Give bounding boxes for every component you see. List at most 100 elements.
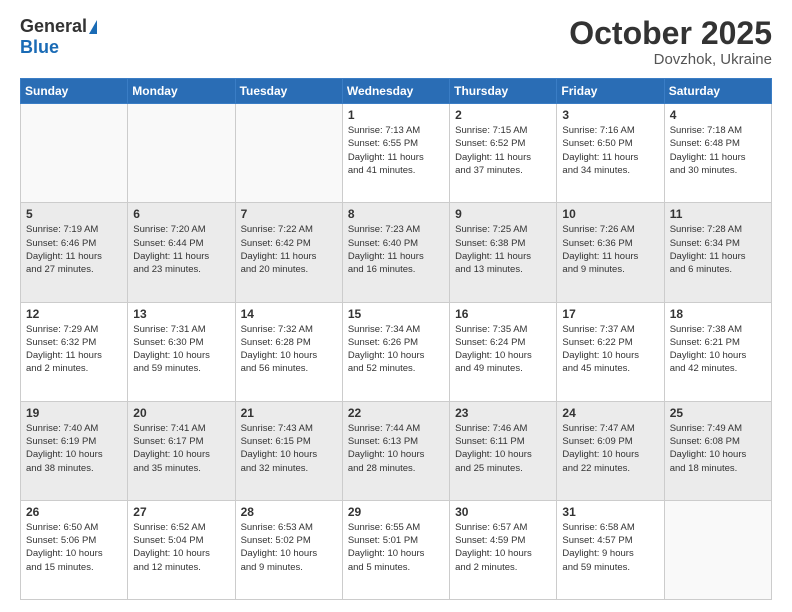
table-cell: 28 Sunrise: 6:53 AM Sunset: 5:02 PM Dayli…: [235, 500, 342, 599]
table-cell: 18 Sunrise: 7:38 AM Sunset: 6:21 PM Dayli…: [664, 302, 771, 401]
table-cell: 11Sunrise: 7:28 AM Sunset: 6:34 PM Dayli…: [664, 203, 771, 302]
day-info: Sunrise: 7:38 AM Sunset: 6:21 PM Dayligh…: [670, 323, 766, 376]
day-info: Sunrise: 7:35 AM Sunset: 6:24 PM Dayligh…: [455, 323, 551, 376]
day-info: Sunrise: 7:43 AM Sunset: 6:15 PM Dayligh…: [241, 422, 337, 475]
day-number: 6: [133, 207, 229, 221]
logo-triangle-icon: [89, 20, 97, 34]
day-info: Sunrise: 7:41 AM Sunset: 6:17 PM Dayligh…: [133, 422, 229, 475]
day-number: 29: [348, 505, 444, 519]
table-cell: 25 Sunrise: 7:49 AM Sunset: 6:08 PM Dayli…: [664, 401, 771, 500]
day-number: 14: [241, 307, 337, 321]
day-info: Sunrise: 7:34 AM Sunset: 6:26 PM Dayligh…: [348, 323, 444, 376]
day-info: Sunrise: 7:37 AM Sunset: 6:22 PM Dayligh…: [562, 323, 658, 376]
day-number: 25: [670, 406, 766, 420]
day-info: Sunrise: 7:15 AM Sunset: 6:52 PM Dayligh…: [455, 124, 551, 177]
day-number: 1: [348, 108, 444, 122]
calendar-row: 12Sunrise: 7:29 AM Sunset: 6:32 PM Dayli…: [21, 302, 772, 401]
table-cell: 4 Sunrise: 7:18 AM Sunset: 6:48 PM Daylig…: [664, 104, 771, 203]
day-number: 15: [348, 307, 444, 321]
calendar-title: October 2025: [569, 16, 772, 51]
table-cell: [21, 104, 128, 203]
page: General Blue October 2025 Dovzhok, Ukrai…: [0, 0, 792, 612]
col-wednesday: Wednesday: [342, 79, 449, 104]
table-cell: 16 Sunrise: 7:35 AM Sunset: 6:24 PM Dayli…: [450, 302, 557, 401]
table-cell: 10Sunrise: 7:26 AM Sunset: 6:36 PM Dayli…: [557, 203, 664, 302]
table-cell: 13 Sunrise: 7:31 AM Sunset: 6:30 PM Dayli…: [128, 302, 235, 401]
table-cell: 2 Sunrise: 7:15 AM Sunset: 6:52 PM Daylig…: [450, 104, 557, 203]
day-number: 9: [455, 207, 551, 221]
day-info: Sunrise: 7:44 AM Sunset: 6:13 PM Dayligh…: [348, 422, 444, 475]
day-info: Sunrise: 7:46 AM Sunset: 6:11 PM Dayligh…: [455, 422, 551, 475]
day-number: 31: [562, 505, 658, 519]
calendar-table: Sunday Monday Tuesday Wednesday Thursday…: [20, 78, 772, 600]
day-info: Sunrise: 6:58 AM Sunset: 4:57 PM Dayligh…: [562, 521, 658, 574]
day-info: Sunrise: 7:49 AM Sunset: 6:08 PM Dayligh…: [670, 422, 766, 475]
table-cell: 24Sunrise: 7:47 AM Sunset: 6:09 PM Dayli…: [557, 401, 664, 500]
table-cell: 27Sunrise: 6:52 AM Sunset: 5:04 PM Dayli…: [128, 500, 235, 599]
day-number: 4: [670, 108, 766, 122]
day-info: Sunrise: 7:20 AM Sunset: 6:44 PM Dayligh…: [133, 223, 229, 276]
col-sunday: Sunday: [21, 79, 128, 104]
logo-blue-text: Blue: [20, 37, 59, 58]
table-cell: 3Sunrise: 7:16 AM Sunset: 6:50 PM Daylig…: [557, 104, 664, 203]
table-cell: 9 Sunrise: 7:25 AM Sunset: 6:38 PM Daylig…: [450, 203, 557, 302]
day-number: 27: [133, 505, 229, 519]
day-number: 21: [241, 406, 337, 420]
day-number: 23: [455, 406, 551, 420]
day-info: Sunrise: 7:47 AM Sunset: 6:09 PM Dayligh…: [562, 422, 658, 475]
logo: General Blue: [20, 16, 97, 58]
calendar-row: 26Sunrise: 6:50 AM Sunset: 5:06 PM Dayli…: [21, 500, 772, 599]
day-number: 12: [26, 307, 122, 321]
day-info: Sunrise: 7:13 AM Sunset: 6:55 PM Dayligh…: [348, 124, 444, 177]
day-info: Sunrise: 6:57 AM Sunset: 4:59 PM Dayligh…: [455, 521, 551, 574]
col-thursday: Thursday: [450, 79, 557, 104]
weekday-header-row: Sunday Monday Tuesday Wednesday Thursday…: [21, 79, 772, 104]
day-number: 7: [241, 207, 337, 221]
day-number: 5: [26, 207, 122, 221]
day-number: 16: [455, 307, 551, 321]
title-block: October 2025 Dovzhok, Ukraine: [569, 16, 772, 68]
table-cell: 15 Sunrise: 7:34 AM Sunset: 6:26 PM Dayli…: [342, 302, 449, 401]
day-info: Sunrise: 7:32 AM Sunset: 6:28 PM Dayligh…: [241, 323, 337, 376]
table-cell: 30 Sunrise: 6:57 AM Sunset: 4:59 PM Dayli…: [450, 500, 557, 599]
day-number: 10: [562, 207, 658, 221]
table-cell: 7 Sunrise: 7:22 AM Sunset: 6:42 PM Daylig…: [235, 203, 342, 302]
day-number: 8: [348, 207, 444, 221]
table-cell: [128, 104, 235, 203]
table-cell: [235, 104, 342, 203]
day-info: Sunrise: 7:25 AM Sunset: 6:38 PM Dayligh…: [455, 223, 551, 276]
calendar-row: 19 Sunrise: 7:40 AM Sunset: 6:19 PM Dayli…: [21, 401, 772, 500]
table-cell: 31 Sunrise: 6:58 AM Sunset: 4:57 PM Dayli…: [557, 500, 664, 599]
table-cell: 6 Sunrise: 7:20 AM Sunset: 6:44 PM Daylig…: [128, 203, 235, 302]
day-number: 2: [455, 108, 551, 122]
col-tuesday: Tuesday: [235, 79, 342, 104]
day-number: 28: [241, 505, 337, 519]
table-cell: 21 Sunrise: 7:43 AM Sunset: 6:15 PM Dayli…: [235, 401, 342, 500]
day-number: 18: [670, 307, 766, 321]
day-number: 30: [455, 505, 551, 519]
calendar-location: Dovzhok, Ukraine: [569, 51, 772, 68]
logo-general-text: General: [20, 16, 87, 37]
day-number: 13: [133, 307, 229, 321]
day-number: 26: [26, 505, 122, 519]
day-number: 17: [562, 307, 658, 321]
day-info: Sunrise: 7:31 AM Sunset: 6:30 PM Dayligh…: [133, 323, 229, 376]
day-info: Sunrise: 7:22 AM Sunset: 6:42 PM Dayligh…: [241, 223, 337, 276]
table-cell: 14 Sunrise: 7:32 AM Sunset: 6:28 PM Dayli…: [235, 302, 342, 401]
day-number: 3: [562, 108, 658, 122]
table-cell: 12Sunrise: 7:29 AM Sunset: 6:32 PM Dayli…: [21, 302, 128, 401]
table-cell: 19 Sunrise: 7:40 AM Sunset: 6:19 PM Dayli…: [21, 401, 128, 500]
day-number: 19: [26, 406, 122, 420]
table-cell: 22 Sunrise: 7:44 AM Sunset: 6:13 PM Dayli…: [342, 401, 449, 500]
day-number: 22: [348, 406, 444, 420]
col-saturday: Saturday: [664, 79, 771, 104]
day-info: Sunrise: 7:40 AM Sunset: 6:19 PM Dayligh…: [26, 422, 122, 475]
header: General Blue October 2025 Dovzhok, Ukrai…: [20, 16, 772, 68]
table-cell: 20Sunrise: 7:41 AM Sunset: 6:17 PM Dayli…: [128, 401, 235, 500]
day-info: Sunrise: 7:19 AM Sunset: 6:46 PM Dayligh…: [26, 223, 122, 276]
day-info: Sunrise: 7:18 AM Sunset: 6:48 PM Dayligh…: [670, 124, 766, 177]
table-cell: 17 Sunrise: 7:37 AM Sunset: 6:22 PM Dayli…: [557, 302, 664, 401]
table-cell: 5 Sunrise: 7:19 AM Sunset: 6:46 PM Daylig…: [21, 203, 128, 302]
col-monday: Monday: [128, 79, 235, 104]
day-info: Sunrise: 6:53 AM Sunset: 5:02 PM Dayligh…: [241, 521, 337, 574]
